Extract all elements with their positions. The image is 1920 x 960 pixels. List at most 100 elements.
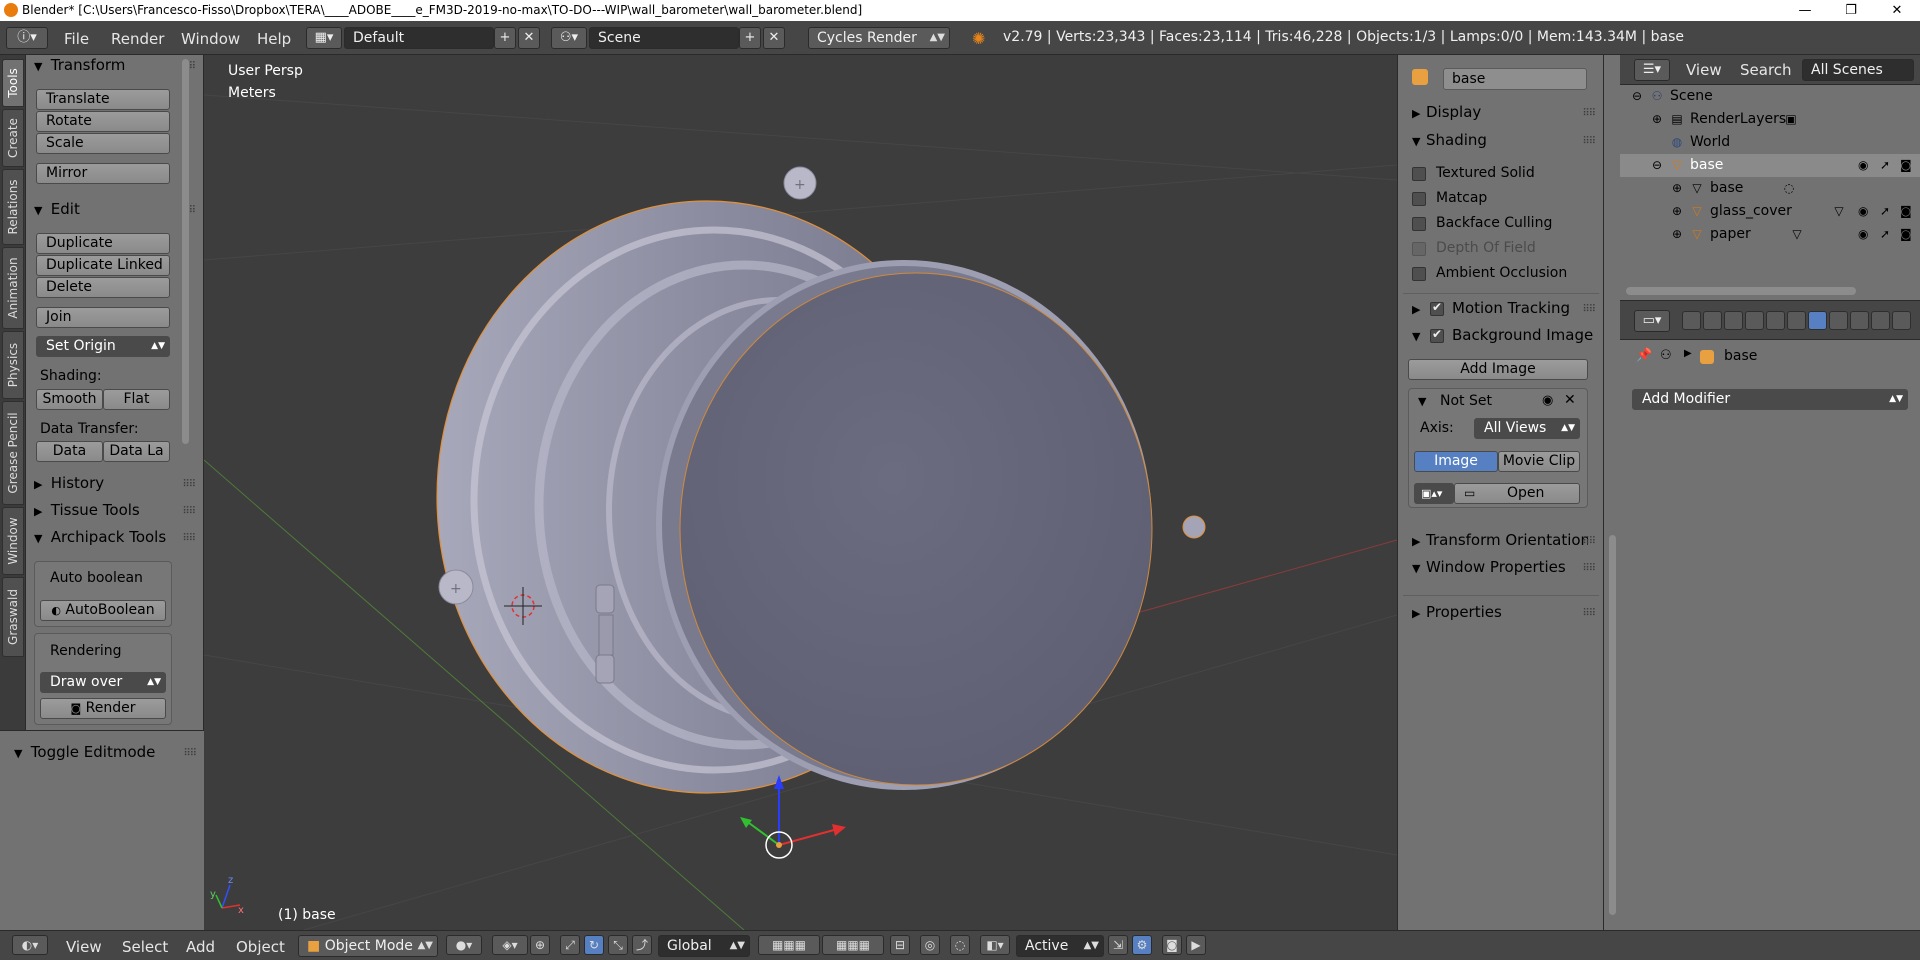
shade-flat-button[interactable]: Flat bbox=[103, 389, 170, 410]
expand-icon[interactable]: ⊕ bbox=[1670, 181, 1684, 195]
panel-transform-orientations-header[interactable]: ▶ Transform Orientations bbox=[1412, 531, 1588, 549]
panel-grip-icon[interactable]: ⠿⠿ bbox=[1582, 563, 1596, 574]
remove-scene-icon[interactable]: ✕ bbox=[763, 27, 785, 49]
expand-icon[interactable]: ⊕ bbox=[1670, 227, 1684, 241]
panel-history-header[interactable]: ▶ History bbox=[34, 474, 104, 492]
viewport-menu-select[interactable]: Select bbox=[122, 938, 168, 956]
shade-smooth-button[interactable]: Smooth bbox=[36, 389, 103, 410]
tab-graswald[interactable]: Graswald bbox=[2, 577, 24, 657]
autoboolean-button[interactable]: ◐ AutoBoolean bbox=[40, 600, 166, 621]
manipulator-toggle-icon[interactable]: ⊕ bbox=[530, 935, 550, 955]
texture-tab-icon[interactable] bbox=[1871, 311, 1890, 330]
scale-manipulator-icon[interactable]: ⤡ bbox=[608, 935, 628, 955]
data-transfer-button[interactable]: Data bbox=[36, 441, 103, 462]
proportional-falloff-icon[interactable]: ◌ bbox=[950, 935, 970, 955]
outliner-row-glass-cover[interactable]: ⊕ ▽ glass_cover ▽ ◉ ➚ ◙ bbox=[1620, 200, 1920, 223]
translate-manipulator-icon[interactable]: ⤢ bbox=[560, 935, 580, 955]
object-name-field[interactable]: base bbox=[1443, 68, 1587, 90]
3d-viewport[interactable]: + + z y x User Persp Meters (1) base bbox=[204, 55, 1397, 930]
draw-over-dropdown[interactable]: Draw over ▲▼ bbox=[40, 672, 166, 693]
outliner-menu-view[interactable]: View bbox=[1686, 61, 1722, 79]
maximize-button[interactable]: ❐ bbox=[1828, 0, 1874, 21]
snap-target-dropdown[interactable]: Active ▲▼ bbox=[1016, 935, 1104, 957]
snap-project-icon[interactable]: ⚙ bbox=[1132, 935, 1152, 955]
visibility-eye-icon[interactable]: ◉ bbox=[1858, 227, 1868, 241]
panel-properties-header[interactable]: ▶ Properties bbox=[1412, 603, 1502, 621]
menu-file[interactable]: File bbox=[64, 30, 89, 48]
scene-dropdown[interactable]: Scene bbox=[589, 27, 739, 49]
render-camera-icon[interactable]: ◙ bbox=[1900, 158, 1912, 172]
matcap-checkbox[interactable] bbox=[1412, 192, 1426, 206]
outliner-row-base-mesh[interactable]: ⊕ ▽ base ◌ bbox=[1620, 177, 1920, 200]
rotate-manipulator-icon[interactable]: ↻ bbox=[584, 935, 604, 955]
delete-button[interactable]: Delete bbox=[36, 277, 170, 298]
scene-layers-grid-1[interactable]: ▦▦▦ bbox=[758, 935, 820, 955]
render-camera-icon[interactable]: ◙ bbox=[1900, 204, 1912, 218]
image-browse-icon[interactable]: ▣▴▾ bbox=[1414, 483, 1454, 504]
panel-archipack-header[interactable]: ▼ Archipack Tools bbox=[34, 528, 182, 546]
open-image-button[interactable]: ▭ Open bbox=[1454, 483, 1580, 504]
panel-edit-header[interactable]: ▼ Edit bbox=[34, 200, 80, 218]
menu-help[interactable]: Help bbox=[257, 30, 291, 48]
axis-dropdown[interactable]: All Views ▲▼ bbox=[1474, 418, 1580, 439]
outliner-row-paper[interactable]: ⊕ ▽ paper ▽ ◉ ➚ ◙ bbox=[1620, 223, 1920, 246]
render-engine-dropdown[interactable]: Cycles Render ▲▼ bbox=[808, 27, 950, 49]
interaction-mode-dropdown[interactable]: ■ Object Mode ▲▼ bbox=[298, 935, 438, 957]
outliner-row-base-object[interactable]: ⊖ ▽ base ◉ ➚ ◙ bbox=[1620, 154, 1920, 177]
snap-align-icon[interactable]: ⇲ bbox=[1108, 935, 1128, 955]
outliner-row-scene[interactable]: ⊖ ⚇ Scene bbox=[1620, 85, 1920, 108]
selectable-cursor-icon[interactable]: ➚ bbox=[1880, 158, 1890, 172]
panel-motion-tracking-header[interactable]: ▶ bbox=[1412, 299, 1426, 317]
screen-layout-dropdown[interactable]: Default bbox=[344, 27, 494, 49]
selectable-cursor-icon[interactable]: ➚ bbox=[1880, 204, 1890, 218]
outliner-row-renderlayers[interactable]: ⊕ ▤ RenderLayers ▣ bbox=[1620, 108, 1920, 131]
motion-tracking-checkbox[interactable] bbox=[1430, 300, 1444, 316]
collapse-icon[interactable]: ⊖ bbox=[1630, 89, 1644, 103]
panel-grip-icon[interactable]: ⠿⠿ bbox=[1582, 136, 1596, 147]
opengl-render-icon[interactable]: ◙ bbox=[1162, 935, 1182, 955]
source-image-toggle[interactable]: Image bbox=[1414, 451, 1498, 472]
collapse-icon[interactable]: ⊖ bbox=[1650, 158, 1664, 172]
source-movie-clip-toggle[interactable]: Movie Clip bbox=[1498, 451, 1580, 472]
add-image-button[interactable]: Add Image bbox=[1408, 359, 1588, 380]
properties-editor-type-icon[interactable]: ▭▾ bbox=[1634, 310, 1670, 332]
add-layout-icon[interactable]: + bbox=[494, 27, 516, 49]
screen-layout-icon[interactable]: ▦▾ bbox=[306, 27, 342, 49]
duplicate-button[interactable]: Duplicate bbox=[36, 233, 170, 254]
data-layout-button[interactable]: Data La bbox=[103, 441, 170, 462]
expand-icon[interactable]: ⊕ bbox=[1670, 204, 1684, 218]
menu-window[interactable]: Window bbox=[181, 30, 240, 48]
editor-type-3d-view-icon[interactable]: ◐▾ bbox=[12, 935, 48, 955]
background-images-checkbox[interactable] bbox=[1430, 327, 1444, 343]
particles-tab-icon[interactable] bbox=[1892, 311, 1911, 330]
selectable-cursor-icon[interactable]: ➚ bbox=[1880, 227, 1890, 241]
panel-grip-icon[interactable]: ⠿⠿ bbox=[182, 479, 196, 490]
expanded-triangle-icon[interactable]: ▼ bbox=[1418, 395, 1426, 408]
tab-window[interactable]: Window bbox=[2, 507, 24, 575]
add-modifier-dropdown[interactable]: Add Modifier ▲▼ bbox=[1632, 389, 1908, 410]
panel-transform-header[interactable]: ▼ Transform bbox=[34, 56, 125, 74]
editor-type-info-icon[interactable]: ⓘ▾ bbox=[6, 27, 48, 49]
modifiers-tab-icon[interactable] bbox=[1808, 311, 1827, 330]
viewport-shading-icon[interactable]: ●▾ bbox=[446, 935, 482, 955]
add-scene-icon[interactable]: + bbox=[739, 27, 761, 49]
tab-relations[interactable]: Relations bbox=[2, 169, 24, 245]
toolshelf-scrollbar[interactable] bbox=[182, 59, 189, 444]
remove-image-icon[interactable]: ✕ bbox=[1564, 392, 1576, 408]
render-layers-tab-icon[interactable] bbox=[1703, 311, 1722, 330]
layer-lock-icon[interactable]: ⊟ bbox=[890, 935, 910, 955]
npanel-scrollbar[interactable] bbox=[1609, 535, 1616, 915]
visibility-eye-icon[interactable]: ◉ bbox=[1858, 204, 1868, 218]
tab-physics[interactable]: Physics bbox=[2, 331, 24, 399]
set-origin-dropdown[interactable]: Set Origin ▲▼ bbox=[36, 336, 170, 357]
rotate-button[interactable]: Rotate bbox=[36, 111, 170, 132]
pin-icon[interactable]: 📌 bbox=[1636, 348, 1652, 363]
toggle-editmode-header[interactable]: ▼ Toggle Editmode bbox=[14, 743, 155, 761]
manipulator-extra-icon[interactable]: ⤴ bbox=[632, 935, 652, 955]
outliner-display-mode-dropdown[interactable]: All Scenes bbox=[1802, 59, 1914, 81]
opengl-render-animation-icon[interactable]: ▶ bbox=[1186, 935, 1206, 955]
mirror-button[interactable]: Mirror bbox=[36, 163, 170, 184]
scene-tab-icon[interactable] bbox=[1724, 311, 1743, 330]
panel-display-header[interactable]: ▶ Display bbox=[1412, 103, 1481, 121]
constraints-tab-icon[interactable] bbox=[1787, 311, 1806, 330]
